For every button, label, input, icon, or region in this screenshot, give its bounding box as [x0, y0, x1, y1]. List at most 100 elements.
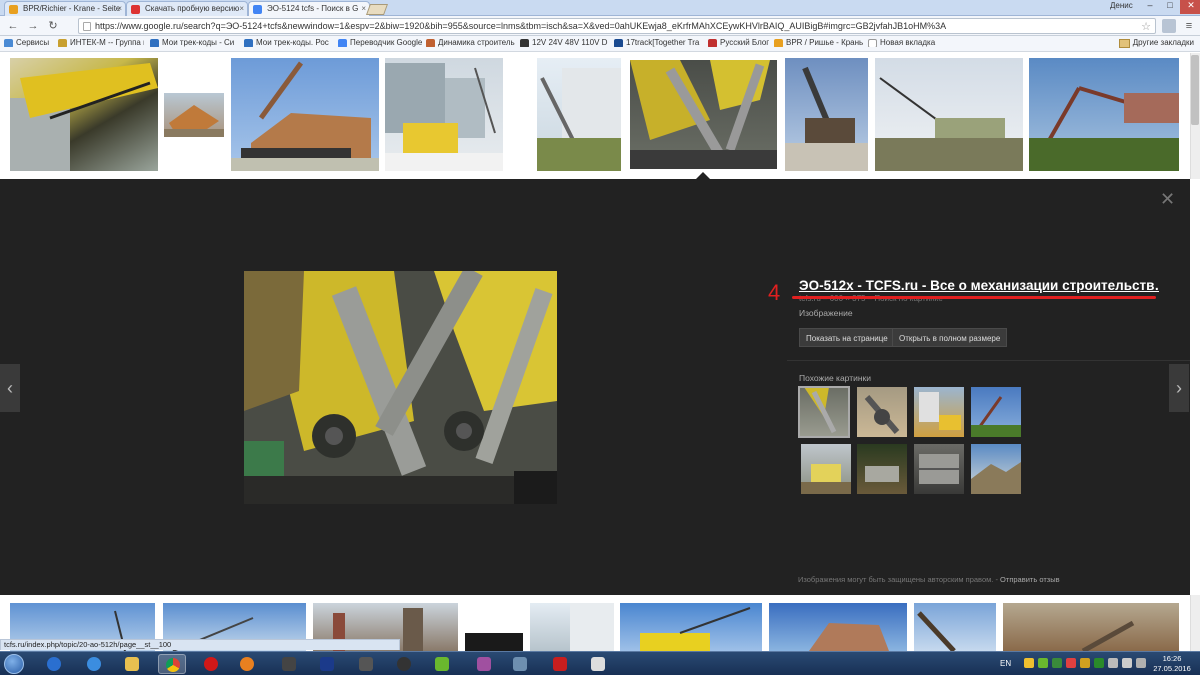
scrollbar-thumb[interactable]: [1191, 55, 1199, 125]
volume-icon[interactable]: [1122, 658, 1132, 668]
tab-download-trial[interactable]: Скачать пробную версию ×: [126, 1, 248, 16]
result-thumbnail[interactable]: [914, 603, 996, 651]
similar-image-thumb[interactable]: [857, 387, 907, 437]
taskbar-utorrent-icon[interactable]: [428, 654, 456, 674]
tray-icon[interactable]: [1038, 658, 1048, 668]
result-thumbnail[interactable]: [769, 603, 907, 651]
result-thumbnail[interactable]: [1029, 58, 1179, 171]
taskbar-flash-icon[interactable]: [40, 654, 68, 674]
bookmark-favicon-icon: [614, 39, 623, 47]
taskbar-opera-icon[interactable]: [197, 654, 225, 674]
language-indicator[interactable]: EN: [1000, 659, 1011, 668]
taskbar-ie-icon[interactable]: [80, 654, 108, 674]
result-thumbnail[interactable]: [530, 603, 614, 651]
tray-icon[interactable]: [1066, 658, 1076, 668]
profile-name[interactable]: Денис: [1110, 1, 1133, 10]
taskbar-calculator-icon[interactable]: [506, 654, 534, 674]
taskbar-acrobat-icon[interactable]: [546, 654, 574, 674]
menu-icon[interactable]: ≡: [1182, 19, 1196, 33]
bookmark-item[interactable]: Русский Блог: [708, 38, 782, 47]
tab-label: Скачать пробную версию: [145, 4, 240, 13]
result-thumbnail-selected[interactable]: [628, 58, 779, 171]
visit-page-button[interactable]: Показать на странице: [799, 328, 895, 347]
tab-google-search[interactable]: ЭО-5124 tcfs - Поиск в G ×: [248, 1, 370, 16]
taskbar-record-icon[interactable]: [390, 654, 418, 674]
preview-image[interactable]: [244, 271, 557, 504]
scrollbar[interactable]: [1190, 595, 1200, 651]
taskbar-table-icon[interactable]: [584, 654, 612, 674]
next-image-button[interactable]: ›: [1169, 364, 1189, 412]
minimize-button[interactable]: –: [1140, 0, 1160, 14]
other-bookmarks[interactable]: Другие закладки: [1118, 38, 1194, 48]
result-thumbnail[interactable]: [465, 633, 523, 651]
result-thumbnail[interactable]: [385, 58, 503, 171]
network-icon[interactable]: [1108, 658, 1118, 668]
bookmark-item[interactable]: Переводчик Google: [338, 38, 422, 47]
taskbar-winrar-icon[interactable]: [470, 654, 498, 674]
taskbar-media-player-icon[interactable]: [233, 654, 261, 674]
bookmark-favicon-icon: [708, 39, 717, 47]
reload-icon[interactable]: ↻: [46, 19, 60, 33]
scrollbar[interactable]: [1190, 53, 1200, 179]
similar-image-thumb[interactable]: [971, 387, 1021, 437]
result-thumbnail[interactable]: [231, 58, 379, 171]
taskbar-zbrush-icon[interactable]: [352, 654, 380, 674]
tray-icon[interactable]: [1136, 658, 1146, 668]
send-feedback-link[interactable]: Отправить отзыв: [1000, 575, 1060, 584]
tray-icon[interactable]: [1094, 658, 1104, 668]
similar-image-thumb[interactable]: [798, 386, 850, 438]
taskbar-explorer-icon[interactable]: [118, 654, 146, 674]
result-thumbnail[interactable]: [537, 58, 621, 171]
window-controls: – □ ✕: [1140, 0, 1200, 14]
bookmark-item[interactable]: 17track[Together Tra: [614, 38, 702, 47]
page-info-icon[interactable]: [83, 22, 91, 31]
divider: [787, 360, 1190, 361]
bookmark-item[interactable]: 12V 24V 48V 110V DC: [520, 38, 608, 47]
taskbar-inkscape-icon[interactable]: [275, 654, 303, 674]
similar-image-thumb[interactable]: [857, 444, 907, 494]
tray-icon[interactable]: [1052, 658, 1062, 668]
close-icon[interactable]: ✕: [1160, 190, 1175, 208]
close-window-button[interactable]: ✕: [1180, 0, 1200, 14]
taskbar-photoshop-icon[interactable]: [313, 654, 341, 674]
status-url: tcfs.ru/index.php/topic/20-ao-512h/page_…: [0, 639, 400, 650]
result-thumbnail[interactable]: [620, 603, 762, 651]
similar-image-thumb[interactable]: [914, 387, 964, 437]
result-thumbnail[interactable]: [1003, 603, 1179, 651]
forward-icon[interactable]: →: [26, 19, 40, 33]
tab-bpr-richier[interactable]: BPR/Richier - Krane - Seite ×: [4, 1, 126, 16]
apps-icon: [4, 39, 13, 47]
maximize-button[interactable]: □: [1160, 0, 1180, 14]
bookmark-item[interactable]: Мои трек-коды - Си: [150, 38, 238, 47]
similar-image-thumb[interactable]: [914, 444, 964, 494]
clock[interactable]: 16:26 27.05.2016: [1150, 654, 1194, 674]
bookmark-item[interactable]: BPR / Ришье - Крань: [774, 38, 864, 47]
result-thumbnail[interactable]: [164, 93, 224, 137]
bookmark-item[interactable]: Динамика строитель: [426, 38, 516, 47]
bookmark-item[interactable]: Новая вкладка: [868, 38, 940, 47]
view-full-size-button[interactable]: Открыть в полном размере: [892, 328, 1008, 347]
similar-image-thumb[interactable]: [801, 444, 851, 494]
extension-icon[interactable]: [1162, 19, 1176, 33]
start-button[interactable]: [4, 654, 24, 674]
taskbar-chrome-icon[interactable]: [158, 654, 186, 674]
result-thumbnail[interactable]: [10, 58, 158, 171]
similar-image-thumb[interactable]: [971, 444, 1021, 494]
previous-image-button[interactable]: ‹: [0, 364, 20, 412]
result-thumbnail[interactable]: [875, 58, 1023, 171]
bookmark-item[interactable]: Мои трек-коды. Рос: [244, 38, 332, 47]
tab-close-icon[interactable]: ×: [239, 4, 244, 13]
tray-icon[interactable]: [1024, 658, 1034, 668]
tab-close-icon[interactable]: ×: [117, 4, 122, 13]
annotation-underline: [792, 296, 1156, 299]
preview-title-link[interactable]: ЭО-512х - TCFS.ru - Все о механизации ст…: [799, 278, 1159, 293]
bookmark-item[interactable]: ИНТЕК-М -- Группа к: [58, 38, 144, 47]
bookmark-item[interactable]: Сервисы: [4, 38, 56, 47]
bookmark-star-icon[interactable]: ☆: [1141, 20, 1151, 33]
tray-icon[interactable]: [1080, 658, 1090, 668]
new-tab-button[interactable]: [365, 4, 389, 15]
back-icon[interactable]: ←: [6, 19, 20, 33]
tab-close-icon[interactable]: ×: [361, 4, 366, 13]
result-thumbnail[interactable]: [785, 58, 868, 171]
address-bar-input[interactable]: https://www.google.ru/search?q=ЭО-5124+t…: [78, 18, 1156, 34]
